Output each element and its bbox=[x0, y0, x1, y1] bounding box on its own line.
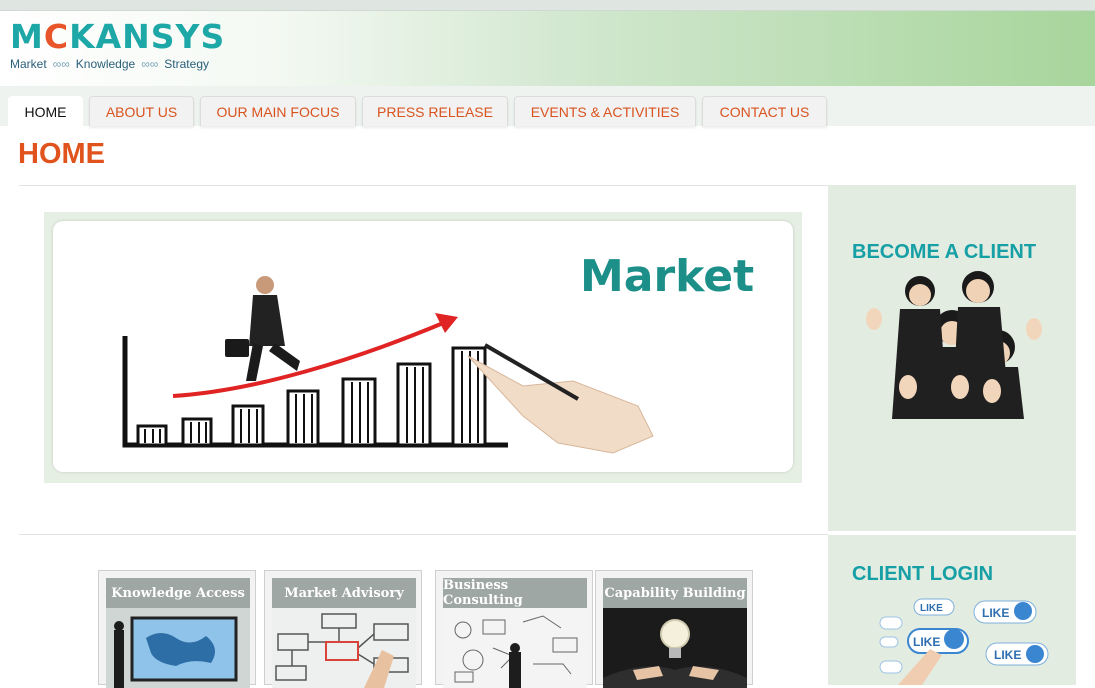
world-map-laptop-icon bbox=[106, 608, 250, 688]
tile-market-advisory[interactable]: Market Advisory bbox=[264, 570, 422, 688]
site-logo[interactable]: MCKANSYS Market ∞∞ Knowledge ∞∞ Strategy bbox=[10, 17, 226, 72]
banner-frame: Market bbox=[53, 221, 793, 472]
tagline-knowledge: Knowledge bbox=[75, 57, 136, 71]
tab-contact-us[interactable]: CONTACT US bbox=[702, 96, 827, 126]
become-client-heading[interactable]: BECOME A CLIENT bbox=[852, 241, 1036, 264]
tagline-strategy: Strategy bbox=[164, 57, 209, 71]
tile-label: Knowledge Access bbox=[106, 578, 250, 608]
like-label: LIKE bbox=[994, 648, 1021, 662]
sketch-board-icon bbox=[443, 608, 587, 688]
like-label: LIKE bbox=[913, 635, 940, 649]
tile-label: Capability Building bbox=[603, 578, 747, 608]
page-title: HOME bbox=[18, 138, 105, 170]
tab-events-activities[interactable]: EVENTS & ACTIVITIES bbox=[514, 96, 696, 126]
like-buttons-illustration: LIKE LIKE LIKE LIKE bbox=[879, 598, 1049, 685]
logo-tagline: Market ∞∞ Knowledge ∞∞ Strategy bbox=[10, 57, 225, 71]
top-strip bbox=[0, 0, 1095, 11]
divider bbox=[19, 185, 828, 186]
like-label: LIKE bbox=[982, 606, 1009, 620]
hero-banner: Market bbox=[44, 212, 802, 483]
main-nav: HOME ABOUT US OUR MAIN FOCUS PRESS RELEA… bbox=[0, 86, 1095, 127]
become-client-panel[interactable]: BECOME A CLIENT bbox=[828, 185, 1076, 531]
lightbulb-icon bbox=[603, 608, 747, 688]
tagline-market: Market bbox=[10, 57, 47, 71]
tab-home[interactable]: HOME bbox=[8, 96, 83, 127]
tile-knowledge-access[interactable]: Knowledge Access bbox=[98, 570, 256, 688]
tile-label: Business Consulting bbox=[443, 578, 587, 608]
banner-caption: Market bbox=[580, 251, 755, 302]
like-label: LIKE bbox=[920, 603, 943, 614]
infinity-icon: ∞∞ bbox=[52, 57, 70, 71]
client-login-heading[interactable]: CLIENT LOGIN bbox=[852, 563, 993, 586]
tab-our-main-focus[interactable]: OUR MAIN FOCUS bbox=[200, 96, 356, 126]
tile-label: Market Advisory bbox=[272, 578, 416, 608]
infinity-icon: ∞∞ bbox=[141, 57, 159, 71]
tile-business-consulting[interactable]: Business Consulting bbox=[435, 570, 593, 688]
tab-press-release[interactable]: PRESS RELEASE bbox=[362, 96, 508, 126]
tile-capability-building[interactable]: Capability Building bbox=[595, 570, 753, 688]
client-login-panel[interactable]: CLIENT LOGIN LIKE LIKE LIKE LIKE bbox=[828, 535, 1076, 685]
divider bbox=[19, 534, 828, 535]
site-header: MCKANSYS Market ∞∞ Knowledge ∞∞ Strategy bbox=[0, 11, 1095, 86]
tab-about-us[interactable]: ABOUT US bbox=[89, 96, 194, 126]
happy-clients-illustration bbox=[866, 271, 1042, 419]
logo-wordmark: MCKANSYS bbox=[10, 17, 226, 56]
flowchart-icon bbox=[272, 608, 416, 688]
